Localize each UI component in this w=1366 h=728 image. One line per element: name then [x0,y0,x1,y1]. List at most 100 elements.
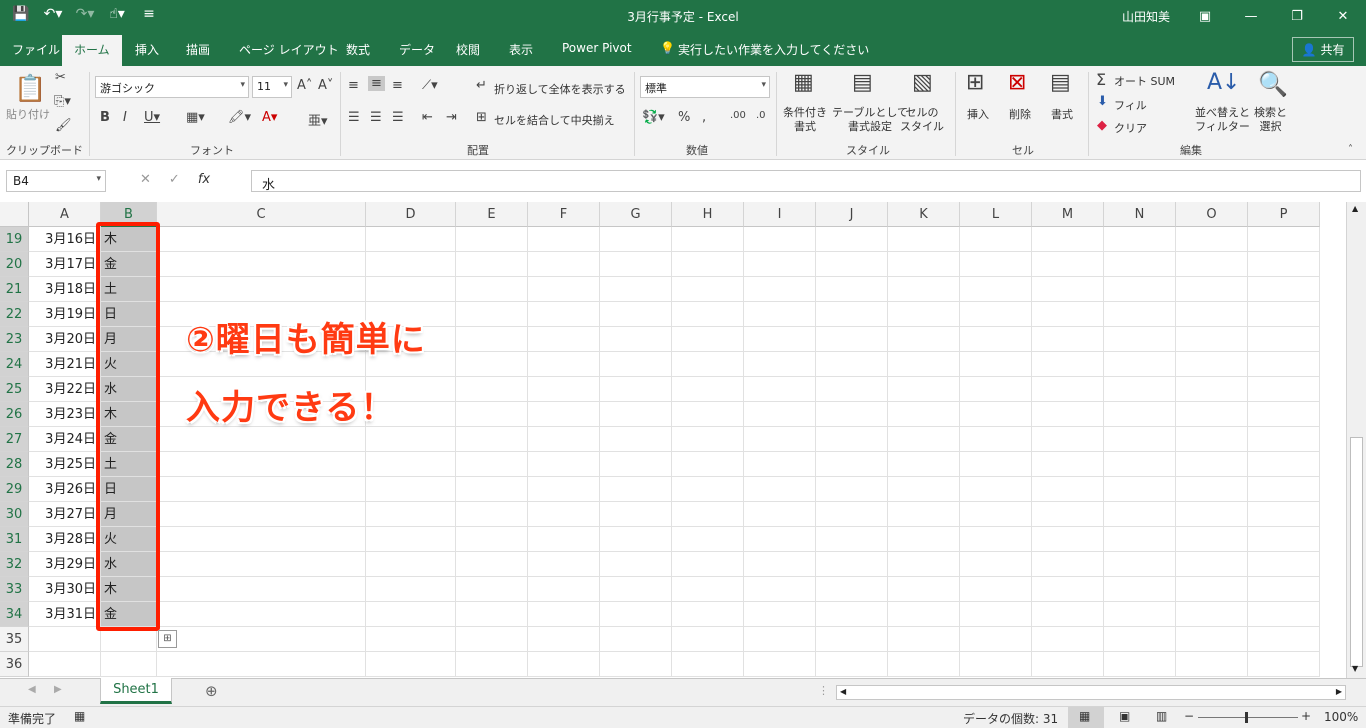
increase-font-icon[interactable]: A˄ [297,78,312,93]
empty-cell[interactable] [157,502,366,527]
empty-cell[interactable] [456,452,528,477]
empty-cell[interactable] [672,602,744,627]
empty-cell[interactable] [888,402,960,427]
empty-cell[interactable] [888,302,960,327]
cut-icon[interactable]: ✂ [55,70,66,85]
empty-cell[interactable] [1248,227,1320,252]
empty-cell[interactable] [366,577,456,602]
wrap-text-icon[interactable]: ↵ [476,78,487,93]
align-left-icon[interactable]: ☰ [348,110,360,125]
date-cell[interactable]: 3月31日 [29,602,101,627]
empty-cell[interactable] [1032,377,1104,402]
empty-cell[interactable] [960,427,1032,452]
paste-icon[interactable]: 📋 [14,74,46,104]
empty-cell[interactable] [1176,602,1248,627]
empty-cell[interactable] [816,477,888,502]
column-header-h[interactable]: H [672,202,744,227]
empty-cell[interactable] [456,502,528,527]
horizontal-scrollbar[interactable]: ◀ ▶ [836,685,1346,700]
empty-cell[interactable] [1248,577,1320,602]
empty-cell[interactable] [1032,577,1104,602]
decrease-indent-icon[interactable]: ⇤ [422,110,433,125]
empty-cell[interactable] [1176,402,1248,427]
empty-cell[interactable] [960,652,1032,677]
empty-cell[interactable] [528,577,600,602]
empty-cell[interactable] [456,402,528,427]
empty-cell[interactable] [816,277,888,302]
empty-cell[interactable] [888,427,960,452]
empty-cell[interactable] [600,452,672,477]
empty-cell[interactable] [528,277,600,302]
empty-cell[interactable] [600,402,672,427]
column-header-f[interactable]: F [528,202,600,227]
underline-icon[interactable]: U▾ [144,110,160,125]
column-header-p[interactable]: P [1248,202,1320,227]
empty-cell[interactable] [1248,502,1320,527]
empty-cell[interactable] [744,427,816,452]
empty-cell[interactable] [1248,602,1320,627]
column-header-l[interactable]: L [960,202,1032,227]
merge-center-button[interactable]: セルを結合して中央揃え [494,112,615,128]
date-cell[interactable]: 3月23日 [29,402,101,427]
weekday-cell[interactable] [101,652,157,677]
empty-cell[interactable] [888,552,960,577]
worksheet-grid[interactable]: A B C D E F G H I J K L M N O P 19 3月16日木 20 3月17日金 21 3月18日土… [0,202,1346,678]
empty-cell[interactable] [1104,477,1176,502]
eraser-icon[interactable]: ◆ [1097,118,1107,133]
row-header[interactable]: 19 [0,227,29,252]
fill-color-icon[interactable]: 🖍▾ [228,110,251,125]
date-cell[interactable]: 3月30日 [29,577,101,602]
prev-sheet-icon[interactable]: ◀ [28,684,36,695]
empty-cell[interactable] [1176,652,1248,677]
empty-cell[interactable] [672,227,744,252]
empty-cell[interactable] [816,427,888,452]
normal-view-icon[interactable]: ▦ [1079,709,1090,723]
empty-cell[interactable] [1176,327,1248,352]
conditional-format-icon[interactable]: ▦ [793,70,814,95]
row-header[interactable]: 36 [0,652,29,677]
fill-icon[interactable]: ⬇ [1097,94,1108,109]
empty-cell[interactable] [528,652,600,677]
collapse-ribbon-icon[interactable]: ˄ [1348,144,1353,155]
empty-cell[interactable] [888,252,960,277]
align-right-icon[interactable]: ☰ [392,110,404,125]
format-painter-icon[interactable]: 🖌 [55,118,72,133]
name-box[interactable]: B4 [6,170,106,192]
splitter-icon[interactable]: ⋮ [818,684,829,697]
empty-cell[interactable] [1248,452,1320,477]
empty-cell[interactable] [744,527,816,552]
empty-cell[interactable] [456,602,528,627]
empty-cell[interactable] [1176,452,1248,477]
empty-cell[interactable] [1032,602,1104,627]
column-header-j[interactable]: J [816,202,888,227]
row-header[interactable]: 31 [0,527,29,552]
empty-cell[interactable] [888,627,960,652]
empty-cell[interactable] [960,227,1032,252]
tab-insert[interactable]: 挿入 [135,41,159,58]
empty-cell[interactable] [672,352,744,377]
share-button[interactable]: 👤 共有 [1292,37,1354,62]
close-icon[interactable]: ✕ [1320,0,1366,33]
empty-cell[interactable] [1032,527,1104,552]
empty-cell[interactable] [600,352,672,377]
middle-align-icon[interactable]: ≡ [368,76,385,91]
tab-review[interactable]: 校閲 [456,41,480,58]
empty-cell[interactable] [600,627,672,652]
column-header-g[interactable]: G [600,202,672,227]
empty-cell[interactable] [366,452,456,477]
empty-cell[interactable] [528,252,600,277]
empty-cell[interactable] [1104,427,1176,452]
empty-cell[interactable] [1032,252,1104,277]
empty-cell[interactable] [672,277,744,302]
format-as-table-icon[interactable]: ▤ [852,70,873,95]
empty-cell[interactable] [744,377,816,402]
empty-cell[interactable] [672,252,744,277]
empty-cell[interactable] [1248,477,1320,502]
merge-center-icon[interactable]: ⊞ [476,110,487,125]
date-cell[interactable]: 3月28日 [29,527,101,552]
format-as-table-button[interactable]: テーブルとして 書式設定 [832,106,908,134]
sort-filter-button[interactable]: 並べ替えと フィルター [1195,106,1250,134]
empty-cell[interactable] [1248,552,1320,577]
bold-icon[interactable]: B [100,110,110,125]
empty-cell[interactable] [600,577,672,602]
